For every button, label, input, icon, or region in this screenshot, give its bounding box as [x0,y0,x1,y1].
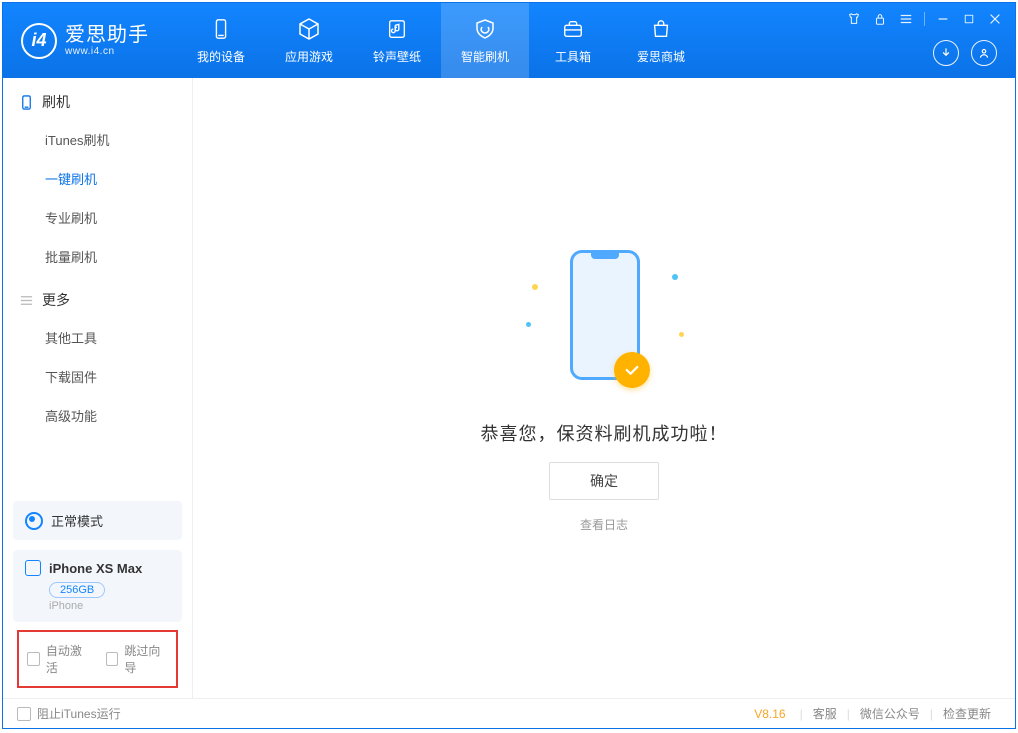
device-row: iPhone XS Max [25,560,170,576]
checkbox-icon [27,652,40,666]
nav-label: 工具箱 [555,48,591,65]
cube-icon [296,16,322,42]
device-capacity: 256GB [49,582,105,598]
logo-text: 爱思助手 www.i4.cn [65,24,149,57]
app-title: 爱思助手 [65,24,149,46]
shield-icon [472,16,498,42]
header: i4 爱思助手 www.i4.cn 我的设备 应用游戏 铃声壁纸 智能刷机 [3,3,1015,78]
checkbox-auto-activate[interactable]: 自动激活 [27,642,90,676]
phone-icon [19,95,34,110]
music-icon [384,16,410,42]
body: 刷机 iTunes刷机 一键刷机 专业刷机 批量刷机 更多 其他工具 下载固件 … [3,78,1015,698]
sidebar-item-advanced[interactable]: 高级功能 [3,396,192,435]
options-highlighted: 自动激活 跳过向导 [17,630,178,688]
checkbox-block-itunes[interactable]: 阻止iTunes运行 [17,705,121,722]
nav-toolbox[interactable]: 工具箱 [529,3,617,78]
checkbox-icon [106,652,119,666]
sidebar-group-more[interactable]: 更多 [3,276,192,318]
nav-label: 铃声壁纸 [373,48,421,65]
nav-label: 我的设备 [197,48,245,65]
footer-link-support[interactable]: 客服 [803,705,847,722]
footer-link-update[interactable]: 检查更新 [933,705,1001,722]
checkbox-icon [17,707,31,721]
success-illustration [524,244,684,404]
mode-icon [25,512,43,530]
main-panel: 恭喜您，保资料刷机成功啦！ 确定 查看日志 [193,78,1015,698]
logo-area: i4 爱思助手 www.i4.cn [3,3,167,78]
sidebar-item-firmware[interactable]: 下载固件 [3,357,192,396]
toolbox-icon [560,16,586,42]
device-icon [208,16,234,42]
user-button[interactable] [971,40,997,66]
sidebar-item-pro[interactable]: 专业刷机 [3,198,192,237]
group-title: 更多 [42,290,70,310]
view-log-link[interactable]: 查看日志 [580,516,628,533]
nav-store[interactable]: 爱思商城 [617,3,705,78]
list-icon [19,293,34,308]
check-badge-icon [614,352,650,388]
footer-link-wechat[interactable]: 微信公众号 [850,705,930,722]
checkbox-label: 自动激活 [46,642,90,676]
sparkle-icon [526,322,531,327]
app-window: i4 爱思助手 www.i4.cn 我的设备 应用游戏 铃声壁纸 智能刷机 [2,2,1016,729]
mode-box[interactable]: 正常模式 [13,501,182,540]
top-nav: 我的设备 应用游戏 铃声壁纸 智能刷机 工具箱 爱思商城 [177,3,705,78]
sidebar-item-batch[interactable]: 批量刷机 [3,237,192,276]
minimize-button[interactable] [935,11,951,27]
nav-flash[interactable]: 智能刷机 [441,3,529,78]
nav-label: 应用游戏 [285,48,333,65]
sparkle-icon [672,274,678,280]
sidebar-group-flash[interactable]: 刷机 [3,78,192,120]
logo-icon: i4 [21,23,57,59]
group-title: 刷机 [42,92,70,112]
shirt-icon[interactable] [846,11,862,27]
bag-icon [648,16,674,42]
separator [924,12,925,26]
app-subtitle: www.i4.cn [65,46,149,57]
version-label: V8.16 [754,707,785,721]
nav-label: 爱思商城 [637,48,685,65]
checkbox-skip-guide[interactable]: 跳过向导 [106,642,169,676]
success-message: 恭喜您，保资料刷机成功啦！ [481,420,728,446]
sidebar: 刷机 iTunes刷机 一键刷机 专业刷机 批量刷机 更多 其他工具 下载固件 … [3,78,193,698]
window-controls [846,11,1003,27]
sparkle-icon [679,332,684,337]
header-actions [933,40,997,66]
device-name: iPhone XS Max [49,561,142,576]
sidebar-scroll: 刷机 iTunes刷机 一键刷机 专业刷机 批量刷机 更多 其他工具 下载固件 … [3,78,192,491]
close-button[interactable] [987,11,1003,27]
mode-label: 正常模式 [51,511,103,530]
footer: 阻止iTunes运行 V8.16 | 客服 | 微信公众号 | 检查更新 [3,698,1015,728]
maximize-button[interactable] [961,11,977,27]
sparkle-icon [532,284,538,290]
lock-icon[interactable] [872,11,888,27]
nav-label: 智能刷机 [461,48,509,65]
device-box[interactable]: iPhone XS Max 256GB iPhone [13,550,182,622]
checkbox-label: 跳过向导 [124,642,168,676]
checkbox-label: 阻止iTunes运行 [37,705,121,722]
sidebar-item-oneclick[interactable]: 一键刷机 [3,159,192,198]
download-button[interactable] [933,40,959,66]
nav-apps[interactable]: 应用游戏 [265,3,353,78]
nav-my-device[interactable]: 我的设备 [177,3,265,78]
device-type: iPhone [49,600,170,612]
device-small-icon [25,560,41,576]
sidebar-bottom: 正常模式 iPhone XS Max 256GB iPhone 自动激活 [3,491,192,698]
menu-icon[interactable] [898,11,914,27]
sidebar-item-itunes[interactable]: iTunes刷机 [3,120,192,159]
nav-ringtones[interactable]: 铃声壁纸 [353,3,441,78]
ok-button[interactable]: 确定 [549,462,659,500]
sidebar-item-other[interactable]: 其他工具 [3,318,192,357]
